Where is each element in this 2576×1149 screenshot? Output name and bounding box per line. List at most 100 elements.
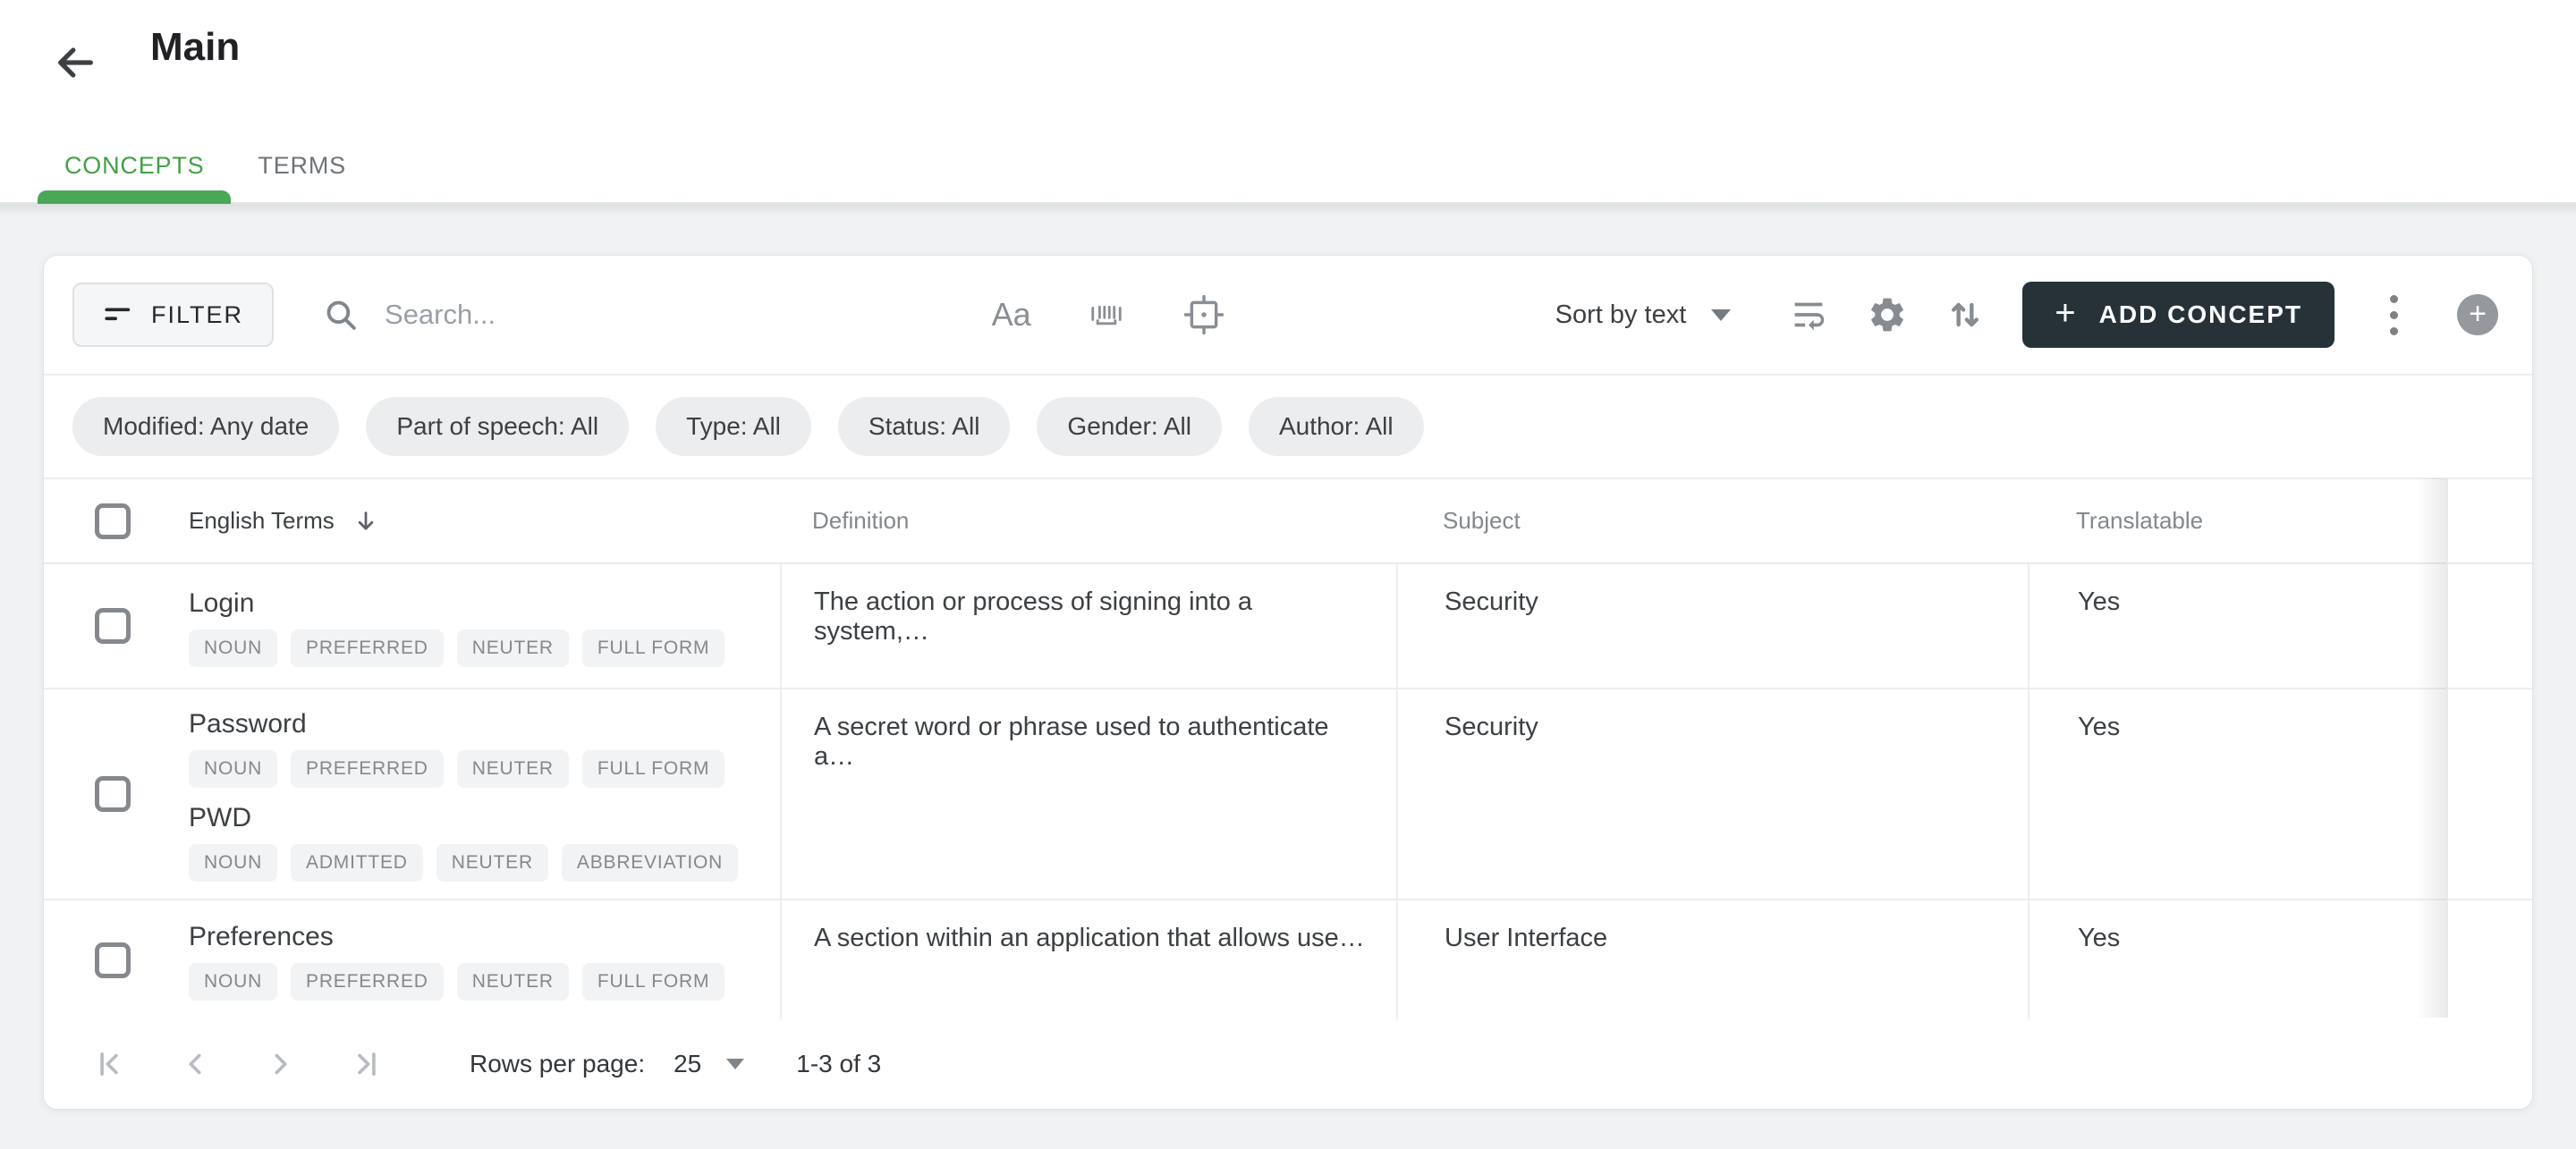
definition-cell: A section within an application that all… <box>780 900 1396 1019</box>
first-page-button[interactable] <box>92 1047 126 1081</box>
table-footer: Rows per page: 25 1-3 of 3 <box>44 1019 2532 1109</box>
match-case-icon[interactable]: Aa <box>992 299 1031 331</box>
back-arrow-icon <box>52 39 98 86</box>
chip-gender[interactable]: Gender: All <box>1037 397 1222 456</box>
rows-per-page-label: Rows per page: <box>470 1050 646 1077</box>
term-badges: NOUN PREFERRED NEUTER FULL FORM <box>189 629 725 667</box>
page-title: Main <box>150 25 241 69</box>
search-options: Aa <box>992 292 1226 337</box>
chip-type[interactable]: Type: All <box>656 397 811 456</box>
chip-part-of-speech[interactable]: Part of speech: All <box>366 397 630 456</box>
badge-gender: NEUTER <box>456 963 569 1001</box>
row-checkbox[interactable] <box>95 942 131 978</box>
table-row[interactable]: Login NOUN PREFERRED NEUTER FULL FORM Th… <box>44 564 2532 689</box>
sort-by-dropdown[interactable]: Sort by text <box>1555 300 1732 330</box>
previous-page-button[interactable] <box>178 1047 212 1081</box>
badge-type: FULL FORM <box>581 629 725 667</box>
badge-pos: NOUN <box>189 963 278 1001</box>
chip-status[interactable]: Status: All <box>837 397 1011 456</box>
pagination-range: 1-3 of 3 <box>796 1050 882 1077</box>
subject-cell: User Interface <box>1396 900 2028 1019</box>
rows-per-page-caret-icon[interactable] <box>726 1059 745 1069</box>
filter-button-label: FILTER <box>151 300 244 328</box>
kebab-dot <box>2390 326 2398 335</box>
last-page-button[interactable] <box>350 1047 384 1081</box>
filter-icon <box>103 300 133 330</box>
search-box <box>322 296 992 334</box>
row-checkbox[interactable] <box>95 776 131 812</box>
badge-pos: NOUN <box>189 750 278 788</box>
toolbar: FILTER Aa <box>44 256 2532 376</box>
column-translatable: Translatable <box>2076 507 2204 534</box>
concepts-card: FILTER Aa <box>43 255 2533 1110</box>
settings-gear-icon[interactable] <box>1867 294 1908 335</box>
term-name: Preferences <box>189 922 334 951</box>
translatable-cell: Yes <box>2028 900 2448 1019</box>
column-definition: Definition <box>812 507 910 534</box>
rows-per-page-select[interactable]: 25 <box>674 1050 701 1078</box>
row-checkbox[interactable] <box>95 608 131 644</box>
header-terms-cell: English Terms <box>44 503 780 539</box>
whole-word-icon[interactable] <box>1085 293 1128 336</box>
badge-status: PREFERRED <box>291 750 444 788</box>
chip-author[interactable]: Author: All <box>1248 397 1424 456</box>
search-icon <box>322 296 360 334</box>
tab-concepts[interactable]: CONCEPTS <box>38 129 232 204</box>
search-input[interactable] <box>383 298 992 332</box>
exact-match-icon[interactable] <box>1182 292 1226 337</box>
select-all-checkbox[interactable] <box>95 503 131 539</box>
badge-gender: NEUTER <box>456 629 569 667</box>
pagination <box>92 1047 384 1081</box>
tab-bar: CONCEPTS TERMS <box>38 129 373 204</box>
badge-type: FULL FORM <box>581 963 725 1001</box>
badge-pos: NOUN <box>189 629 278 667</box>
badge-type: ABBREVIATION <box>561 844 739 882</box>
terms-cell: Preferences NOUN PREFERRED NEUTER FULL F… <box>44 900 780 1019</box>
column-subject: Subject <box>1443 507 1521 534</box>
view-options <box>1788 294 1985 335</box>
wrap-text-icon[interactable] <box>1788 294 1829 335</box>
top-header: Main CONCEPTS TERMS <box>0 0 2576 216</box>
badge-gender: NEUTER <box>436 844 548 882</box>
terms-cell: Login NOUN PREFERRED NEUTER FULL FORM <box>44 564 780 688</box>
add-concept-label: ADD CONCEPT <box>2098 300 2302 328</box>
subject-cell: Security <box>1396 689 2028 899</box>
filter-chips-row: Modified: Any date Part of speech: All T… <box>44 376 2532 479</box>
kebab-dot <box>2390 294 2398 303</box>
add-circle-button[interactable]: + <box>2457 294 2498 335</box>
term-name: PWD <box>189 803 251 832</box>
back-button[interactable] <box>47 34 104 91</box>
next-page-button[interactable] <box>264 1047 298 1081</box>
table-row[interactable]: Password NOUN PREFERRED NEUTER FULL FORM… <box>44 689 2532 900</box>
table-row[interactable]: Preferences NOUN PREFERRED NEUTER FULL F… <box>44 900 2532 1021</box>
chip-modified[interactable]: Modified: Any date <box>72 397 340 456</box>
sort-caret-icon <box>1711 308 1732 321</box>
term-badges: NOUN ADMITTED NEUTER ABBREVIATION <box>189 844 739 882</box>
table-header: English Terms Definition Subject Transla… <box>44 479 2532 564</box>
termbase-app: Main CONCEPTS TERMS FILTER Search... Aa … <box>0 0 2576 1149</box>
badge-pos: NOUN <box>189 844 278 882</box>
badge-gender: NEUTER <box>456 750 569 788</box>
translatable-cell: Yes <box>2028 564 2448 688</box>
term-badges: NOUN PREFERRED NEUTER FULL FORM <box>189 963 725 1001</box>
term-badges: NOUN PREFERRED NEUTER FULL FORM <box>189 750 738 788</box>
kebab-dot <box>2390 310 2398 319</box>
definition-cell: The action or process of signing into a … <box>780 564 1396 688</box>
translatable-cell: Yes <box>2028 689 2448 899</box>
column-english-terms: English Terms <box>189 507 335 534</box>
term-name: Password <box>189 709 307 739</box>
sort-by-label: Sort by text <box>1555 300 1687 329</box>
terms-cell: Password NOUN PREFERRED NEUTER FULL FORM… <box>44 689 780 899</box>
sort-desc-arrow-icon[interactable] <box>352 508 379 535</box>
badge-type: FULL FORM <box>581 750 725 788</box>
tab-terms[interactable]: TERMS <box>231 129 373 202</box>
filter-button[interactable]: FILTER <box>72 283 275 347</box>
add-concept-button[interactable]: + ADD CONCEPT <box>2022 282 2334 348</box>
badge-status: ADMITTED <box>291 844 423 882</box>
more-options-button[interactable] <box>2381 286 2407 344</box>
badge-status: PREFERRED <box>291 963 444 1001</box>
term-name: Login <box>189 587 255 618</box>
sort-order-icon[interactable] <box>1945 295 1985 334</box>
subject-cell: Security <box>1396 564 2028 688</box>
badge-status: PREFERRED <box>291 629 444 667</box>
